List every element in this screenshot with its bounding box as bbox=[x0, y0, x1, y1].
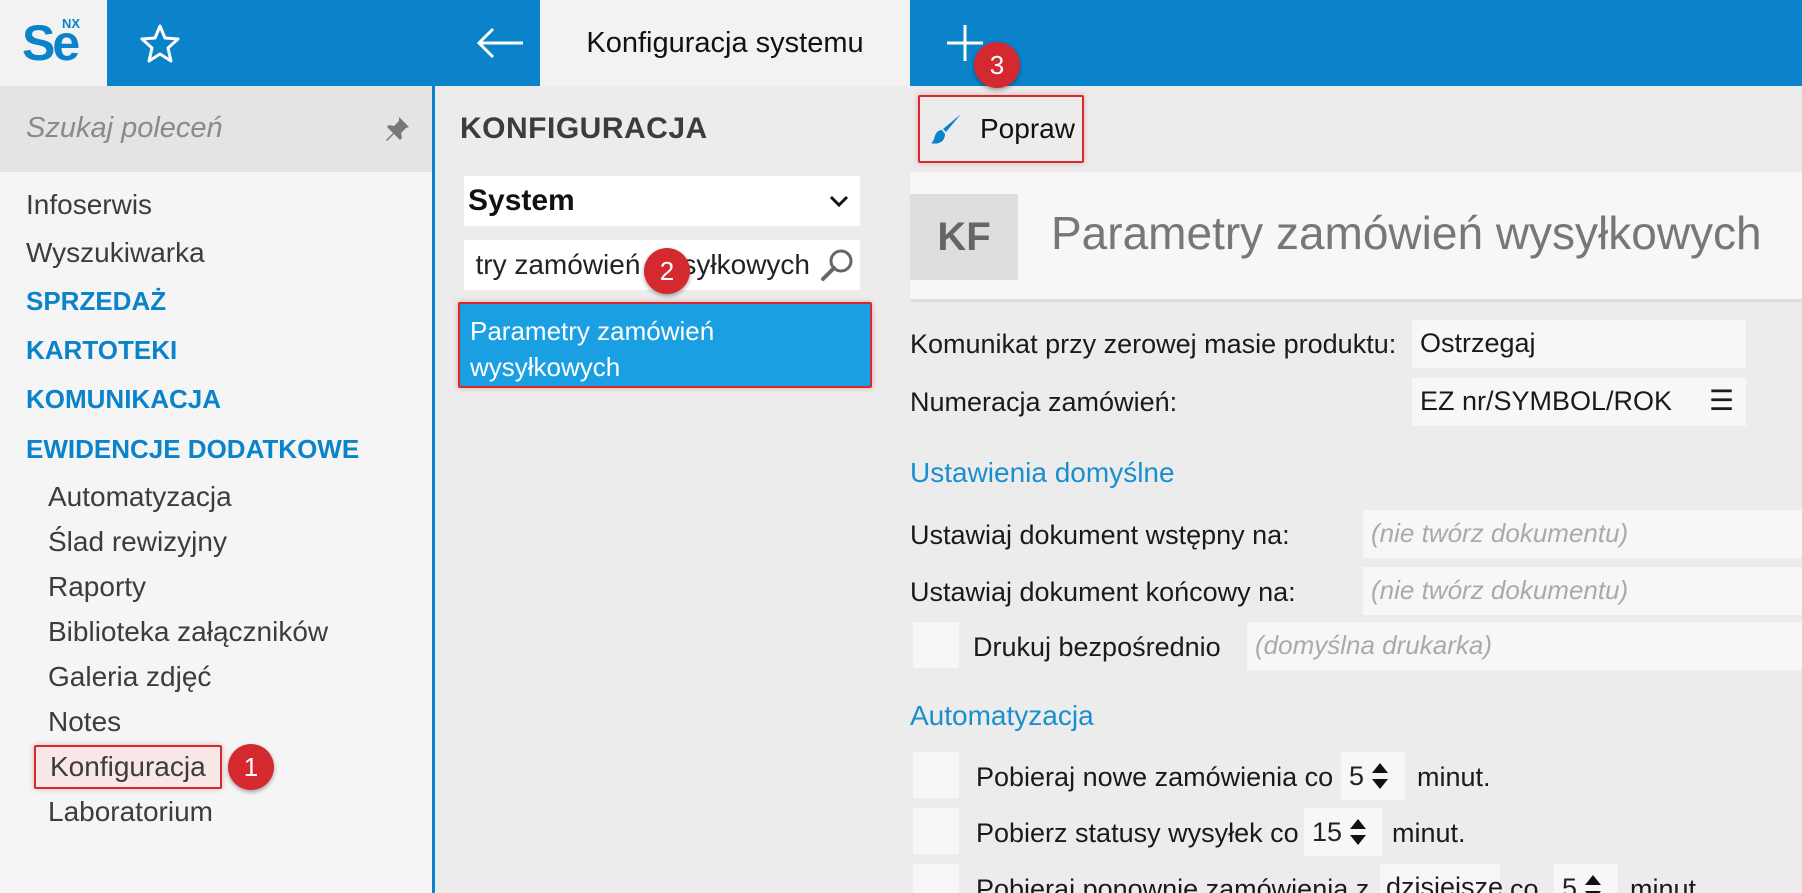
fetch-new-label: Pobieraj nowe zamówienia co bbox=[976, 762, 1334, 792]
sidebar-section-ewidencje[interactable]: EWIDENCJE DODATKOWE bbox=[26, 434, 359, 465]
category-select-value: System bbox=[468, 184, 575, 217]
sidebar-item-infoserwis[interactable]: Infoserwis bbox=[26, 189, 152, 221]
status-stepper[interactable]: 15 bbox=[1304, 808, 1382, 856]
final-doc-field[interactable]: (nie twórz dokumentu) bbox=[1363, 567, 1802, 615]
chevron-down-icon bbox=[829, 195, 849, 208]
callout-badge-1: 1 bbox=[228, 744, 274, 790]
favorites-button[interactable] bbox=[107, 0, 213, 86]
status-unit: minut. bbox=[1392, 818, 1466, 848]
tab-label: Konfiguracja systemu bbox=[586, 26, 864, 59]
sidebar-item-raporty[interactable]: Raporty bbox=[48, 571, 146, 603]
command-search-input[interactable] bbox=[26, 106, 366, 150]
sidebar-section-sprzedaz[interactable]: SPRZEDAŻ bbox=[26, 286, 166, 317]
arrow-left-icon bbox=[476, 27, 523, 59]
details-header: KF Parametry zamówień wysyłkowych bbox=[910, 172, 1802, 302]
refetch-from-select[interactable]: dzisiejsze bbox=[1380, 864, 1503, 893]
page-title: Parametry zamówień wysyłkowych bbox=[1051, 207, 1762, 259]
numbering-value: EZ nr/SYMBOL/ROK bbox=[1420, 386, 1673, 416]
final-doc-label: Ustawiaj dokument końcowy na: bbox=[910, 577, 1296, 607]
automation-heading: Automatyzacja bbox=[910, 700, 1094, 731]
refetch-stepper[interactable]: 5 bbox=[1554, 864, 1618, 893]
fetch-new-stepper[interactable]: 5 bbox=[1341, 752, 1405, 800]
brush-icon bbox=[931, 114, 961, 144]
sidebar-item-notes[interactable]: Notes bbox=[48, 706, 121, 738]
toolbar: Popraw bbox=[888, 86, 1802, 172]
result-item-parametry[interactable]: Parametry zamówień wysyłkowych bbox=[458, 302, 872, 388]
sidebar-item-konfiguracja[interactable]: Konfiguracja bbox=[34, 745, 222, 789]
numbering-field[interactable]: EZ nr/SYMBOL/ROK ☰ bbox=[1412, 378, 1746, 426]
menu-icon[interactable]: ☰ bbox=[1709, 384, 1734, 417]
result-item-line2: wysyłkowych bbox=[470, 352, 621, 382]
status-checkbox[interactable] bbox=[913, 808, 959, 854]
logo-superscript: NX bbox=[62, 16, 81, 31]
refetch-label: Pobieraj ponownie zamówienia z bbox=[976, 874, 1370, 893]
status-value: 15 bbox=[1312, 816, 1343, 847]
popraw-button[interactable]: Popraw bbox=[918, 95, 1084, 163]
printer-field[interactable]: (domyślna drukarka) bbox=[1247, 622, 1802, 670]
sidebar-item-galeria[interactable]: Galeria zdjęć bbox=[48, 661, 211, 693]
refetch-unit: minut. bbox=[1630, 874, 1704, 893]
spin-icon[interactable] bbox=[1350, 819, 1367, 845]
numbering-label: Numeracja zamówień: bbox=[910, 387, 1178, 417]
sidebar-item-slad-rewizyjny[interactable]: Ślad rewizyjny bbox=[48, 526, 227, 558]
fetch-new-value: 5 bbox=[1349, 760, 1365, 791]
popraw-label: Popraw bbox=[980, 113, 1075, 144]
sidebar-item-biblioteka[interactable]: Biblioteka załączników bbox=[48, 616, 328, 648]
panel-title: KONFIGURACJA bbox=[460, 112, 708, 145]
sidebar-section-komunikacja[interactable]: KOMUNIKACJA bbox=[26, 384, 221, 415]
app-logo[interactable]: Se NX bbox=[0, 0, 107, 86]
refetch-value: 5 bbox=[1562, 872, 1578, 893]
sidebar-section-kartoteki[interactable]: KARTOTEKI bbox=[26, 335, 177, 366]
filter-input-value: try zamówień wysyłkowych bbox=[475, 249, 810, 280]
pin-icon[interactable] bbox=[382, 114, 412, 144]
zero-mass-label: Komunikat przy zerowej masie produktu: bbox=[910, 329, 1397, 359]
initial-doc-field[interactable]: (nie twórz dokumentu) bbox=[1363, 510, 1802, 558]
print-direct-label: Drukuj bezpośrednio bbox=[973, 632, 1221, 662]
sidebar-item-wyszukiwarka[interactable]: Wyszukiwarka bbox=[26, 237, 205, 269]
refetch-every-label: co bbox=[1510, 874, 1539, 893]
category-select[interactable]: System bbox=[464, 176, 860, 226]
refetch-checkbox[interactable] bbox=[913, 864, 959, 893]
sidebar: Infoserwis Wyszukiwarka SPRZEDAŻ KARTOTE… bbox=[0, 86, 435, 893]
details-panel: KF Parametry zamówień wysyłkowych Komuni… bbox=[910, 172, 1802, 893]
search-icon[interactable] bbox=[818, 246, 856, 284]
status-label: Pobierz statusy wysyłek co bbox=[976, 818, 1299, 848]
command-search bbox=[0, 86, 432, 172]
fetch-new-unit: minut. bbox=[1417, 762, 1491, 792]
spin-icon[interactable] bbox=[1585, 875, 1602, 893]
defaults-heading: Ustawienia domyślne bbox=[910, 457, 1175, 488]
callout-badge-2: 2 bbox=[644, 248, 690, 294]
initial-doc-label: Ustawiaj dokument wstępny na: bbox=[910, 520, 1290, 550]
print-direct-checkbox[interactable] bbox=[913, 622, 959, 668]
config-panel: KONFIGURACJA System try zamówień wysyłko… bbox=[438, 86, 888, 893]
result-item-line1: Parametry zamówień bbox=[470, 316, 715, 346]
tab-konfiguracja-systemu[interactable]: Konfiguracja systemu bbox=[540, 0, 910, 86]
sidebar-item-automatyzacja[interactable]: Automatyzacja bbox=[48, 481, 232, 513]
sidebar-item-laboratorium[interactable]: Laboratorium bbox=[48, 796, 213, 828]
star-icon bbox=[140, 24, 180, 63]
callout-badge-3: 3 bbox=[974, 42, 1020, 88]
spin-icon[interactable] bbox=[1372, 763, 1389, 789]
fetch-new-checkbox[interactable] bbox=[913, 752, 959, 798]
zero-mass-field[interactable]: Ostrzegaj bbox=[1412, 320, 1746, 368]
back-button[interactable] bbox=[460, 0, 540, 86]
kf-badge: KF bbox=[910, 194, 1018, 280]
top-bar: Se NX Konfiguracja systemu bbox=[0, 0, 1802, 86]
